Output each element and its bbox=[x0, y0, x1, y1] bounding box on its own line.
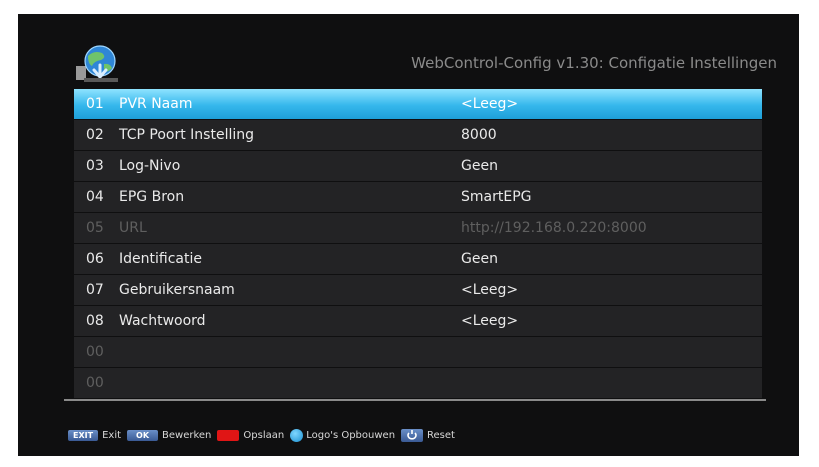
setting-row-empty: 00 bbox=[74, 337, 762, 367]
ok-key[interactable]: OK bbox=[127, 429, 159, 441]
row-number: 03 bbox=[86, 158, 104, 174]
reset-icon bbox=[407, 430, 417, 440]
row-number: 06 bbox=[86, 251, 104, 267]
exit-label: Exit bbox=[102, 429, 122, 441]
setting-row-log-nivo[interactable]: 03 Log-Nivo Geen bbox=[74, 151, 762, 181]
row-number: 01 bbox=[86, 96, 104, 112]
row-number: 07 bbox=[86, 282, 104, 298]
row-label: PVR Naam bbox=[119, 96, 193, 112]
row-label: URL bbox=[119, 220, 147, 236]
setting-row-empty: 00 bbox=[74, 368, 762, 398]
row-label: Gebruikersnaam bbox=[119, 282, 235, 298]
setting-row-identificatie[interactable]: 06 Identificatie Geen bbox=[74, 244, 762, 274]
setting-row-wachtwoord[interactable]: 08 Wachtwoord <Leeg> bbox=[74, 306, 762, 336]
row-value: Geen bbox=[461, 158, 498, 174]
setting-row-gebruikersnaam[interactable]: 07 Gebruikersnaam <Leeg> bbox=[74, 275, 762, 305]
tv-screen: WebControl-Config v1.30: Configatie Inst… bbox=[18, 14, 799, 456]
blue-key-label: Logo's Opbouwen bbox=[306, 429, 396, 441]
settings-list: 01 PVR Naam <Leeg> 02 TCP Poort Instelli… bbox=[74, 89, 762, 399]
reset-key-icon[interactable] bbox=[401, 428, 424, 442]
row-value: Geen bbox=[461, 251, 498, 267]
red-key-icon[interactable] bbox=[217, 429, 240, 441]
setting-row-tcp-poort[interactable]: 02 TCP Poort Instelling 8000 bbox=[74, 120, 762, 150]
blue-key-icon[interactable] bbox=[290, 428, 304, 442]
header: WebControl-Config v1.30: Configatie Inst… bbox=[18, 14, 799, 90]
row-value: http://192.168.0.220:8000 bbox=[461, 220, 647, 236]
row-label: EPG Bron bbox=[119, 189, 185, 205]
row-label: Wachtwoord bbox=[119, 313, 206, 329]
row-label: Log-Nivo bbox=[119, 158, 181, 174]
row-label: Identificatie bbox=[119, 251, 202, 267]
row-value: <Leeg> bbox=[461, 96, 519, 112]
red-key-label: Opslaan bbox=[243, 429, 285, 441]
row-value: <Leeg> bbox=[461, 313, 519, 329]
exit-key[interactable]: EXIT bbox=[68, 429, 99, 441]
row-number: 02 bbox=[86, 127, 104, 143]
row-label: TCP Poort Instelling bbox=[119, 127, 254, 143]
row-number: 04 bbox=[86, 189, 104, 205]
row-value: SmartEPG bbox=[461, 189, 532, 205]
key-legend: EXIT Exit OK Bewerken Opslaan Logo's Opb… bbox=[68, 426, 461, 444]
row-number: 08 bbox=[86, 313, 104, 329]
page-title: WebControl-Config v1.30: Configatie Inst… bbox=[411, 54, 777, 72]
row-value: 8000 bbox=[461, 127, 497, 143]
ok-label: Bewerken bbox=[162, 429, 212, 441]
setting-row-pvr-naam[interactable]: 01 PVR Naam <Leeg> bbox=[74, 89, 762, 119]
globe-download-icon bbox=[76, 44, 122, 84]
row-number: 00 bbox=[86, 375, 104, 391]
row-number: 05 bbox=[86, 220, 104, 236]
row-number: 00 bbox=[86, 344, 104, 360]
reset-label: Reset bbox=[427, 429, 455, 441]
row-value: <Leeg> bbox=[461, 282, 519, 298]
setting-row-url: 05 URL http://192.168.0.220:8000 bbox=[74, 213, 762, 243]
setting-row-epg-bron[interactable]: 04 EPG Bron SmartEPG bbox=[74, 182, 762, 212]
divider bbox=[64, 399, 766, 401]
